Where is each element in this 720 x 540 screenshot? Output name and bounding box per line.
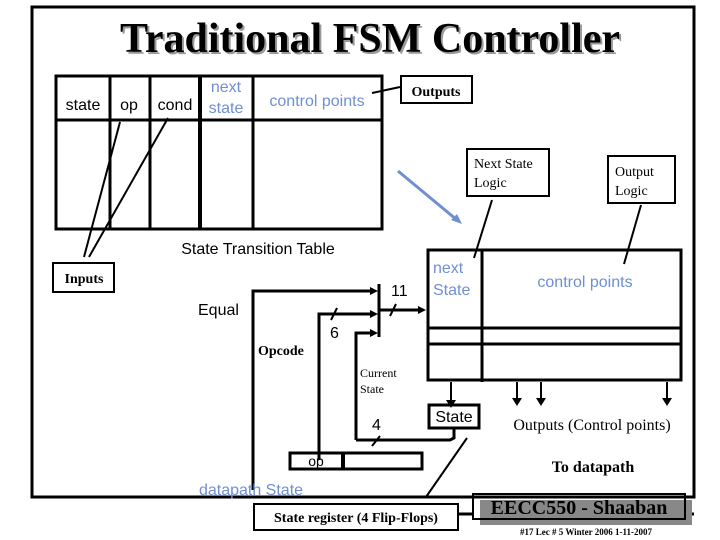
outputs-label: Outputs <box>411 85 461 100</box>
header-state: state <box>66 97 101 114</box>
header-next: next <box>211 79 242 96</box>
opcode-width-label: 6 <box>330 325 339 342</box>
rom-control-points-label: control points <box>537 274 632 291</box>
rom-state-label: State <box>433 282 470 299</box>
op-field-label: op <box>308 453 324 469</box>
state-register-pointer <box>425 437 468 498</box>
rom-address-width-label: 11 <box>391 283 408 300</box>
datapath-state-label: datapath State <box>199 482 303 499</box>
to-datapath-label: To datapath <box>552 459 635 476</box>
outputs-control-points-label: Outputs (Control points) <box>513 417 670 434</box>
opcode-label: Opcode <box>258 344 304 359</box>
page-title: Traditional FSM Controller <box>120 16 620 62</box>
header-control-points: control points <box>269 93 364 110</box>
state-box-label: State <box>435 409 472 426</box>
table-caption: State Transition Table <box>181 241 335 258</box>
next-state-logic-line1: Next State <box>474 157 533 172</box>
next-state-logic-line2: Logic <box>474 176 507 191</box>
rom-block <box>426 248 683 382</box>
header-cond: cond <box>158 97 193 114</box>
fsm-diagram: Traditional FSM Controller Traditional F… <box>30 5 696 537</box>
header-next-state: state <box>209 100 244 117</box>
cond-pointer <box>88 117 169 258</box>
slide-info: #17 Lec # 5 Winter 2006 1-11-2007 <box>520 527 652 537</box>
output-logic-line1: Output <box>615 165 654 180</box>
state-feedback-wire <box>356 429 456 442</box>
current-state-line1: Current <box>360 366 397 380</box>
inputs-label: Inputs <box>65 272 104 287</box>
header-op: op <box>120 97 138 114</box>
rom-next-label: next <box>433 260 464 277</box>
op-pointer <box>83 121 121 258</box>
output-logic-pointer <box>623 204 642 265</box>
output-logic-line2: Logic <box>615 184 648 199</box>
course-label: EECC550 - Shaaban <box>491 497 668 519</box>
current-state-line2: State <box>360 382 384 396</box>
blue-arrow <box>397 169 458 222</box>
state-transition-table: state op cond next state control points <box>54 74 384 231</box>
outputs-pointer <box>371 86 401 94</box>
state-feedback-width-label: 4 <box>372 417 381 434</box>
equal-label: Equal <box>198 302 239 319</box>
state-register-label: State register (4 Flip-Flops) <box>274 511 438 526</box>
